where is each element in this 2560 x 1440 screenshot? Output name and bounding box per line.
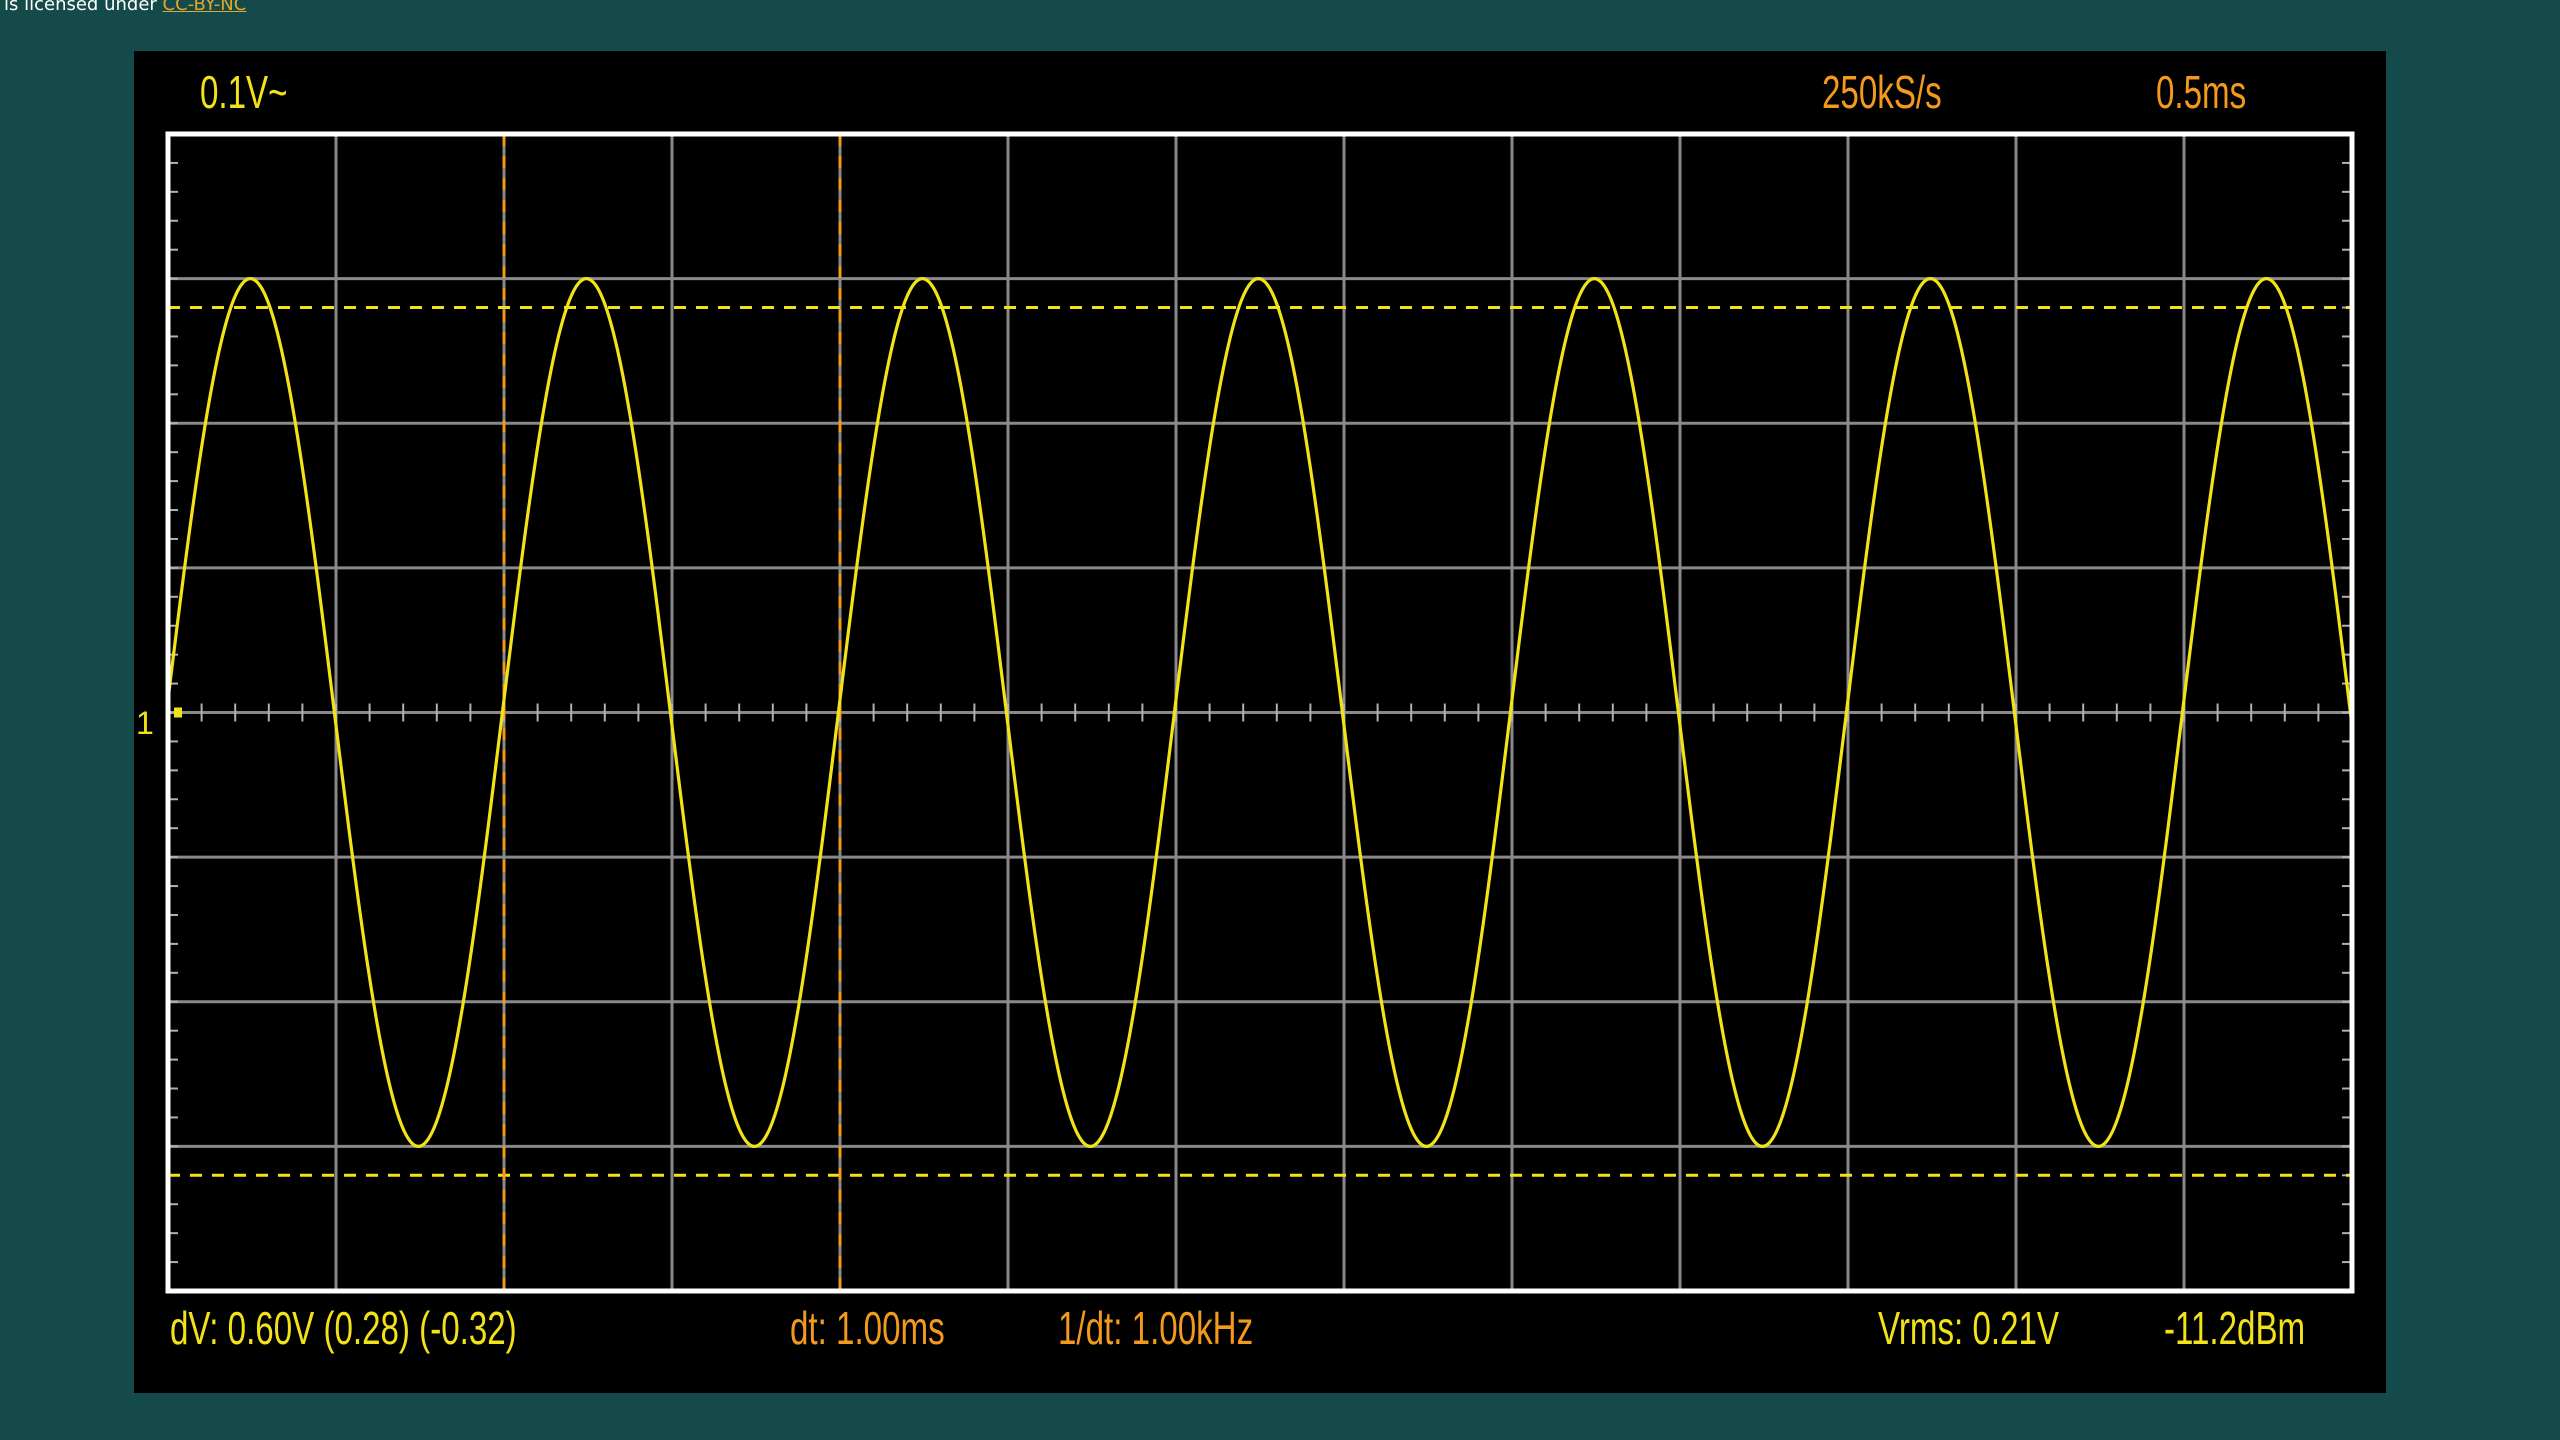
vrms-readout: Vrms: 0.21V — [1878, 1302, 2060, 1354]
license-text: is licensed under — [4, 0, 157, 15]
license-link[interactable]: CC-BY-NC — [163, 0, 247, 15]
delta-voltage-readout: dV: 0.60V (0.28) (-0.32) — [170, 1302, 517, 1354]
frequency-readout: 1/dt: 1.00kHz — [1058, 1302, 1254, 1354]
delta-time-readout: dt: 1.00ms — [790, 1302, 945, 1354]
volts-per-div-readout: 0.1V~ — [200, 66, 288, 118]
license-line: is licensed under CC-BY-NC — [4, 0, 246, 15]
scope-screen — [165, 131, 2355, 1294]
channel-ground-marker — [174, 707, 182, 718]
time-per-div-readout: 0.5ms — [2156, 66, 2247, 118]
dbm-readout: -11.2dBm — [2164, 1302, 2306, 1354]
oscilloscope-panel: 0.1V~ 250kS/s 0.5ms 1 dV: 0.60V (0.28) (… — [134, 51, 2386, 1393]
sample-rate-readout: 250kS/s — [1822, 66, 1942, 118]
channel-1-marker: 1 — [136, 705, 154, 741]
